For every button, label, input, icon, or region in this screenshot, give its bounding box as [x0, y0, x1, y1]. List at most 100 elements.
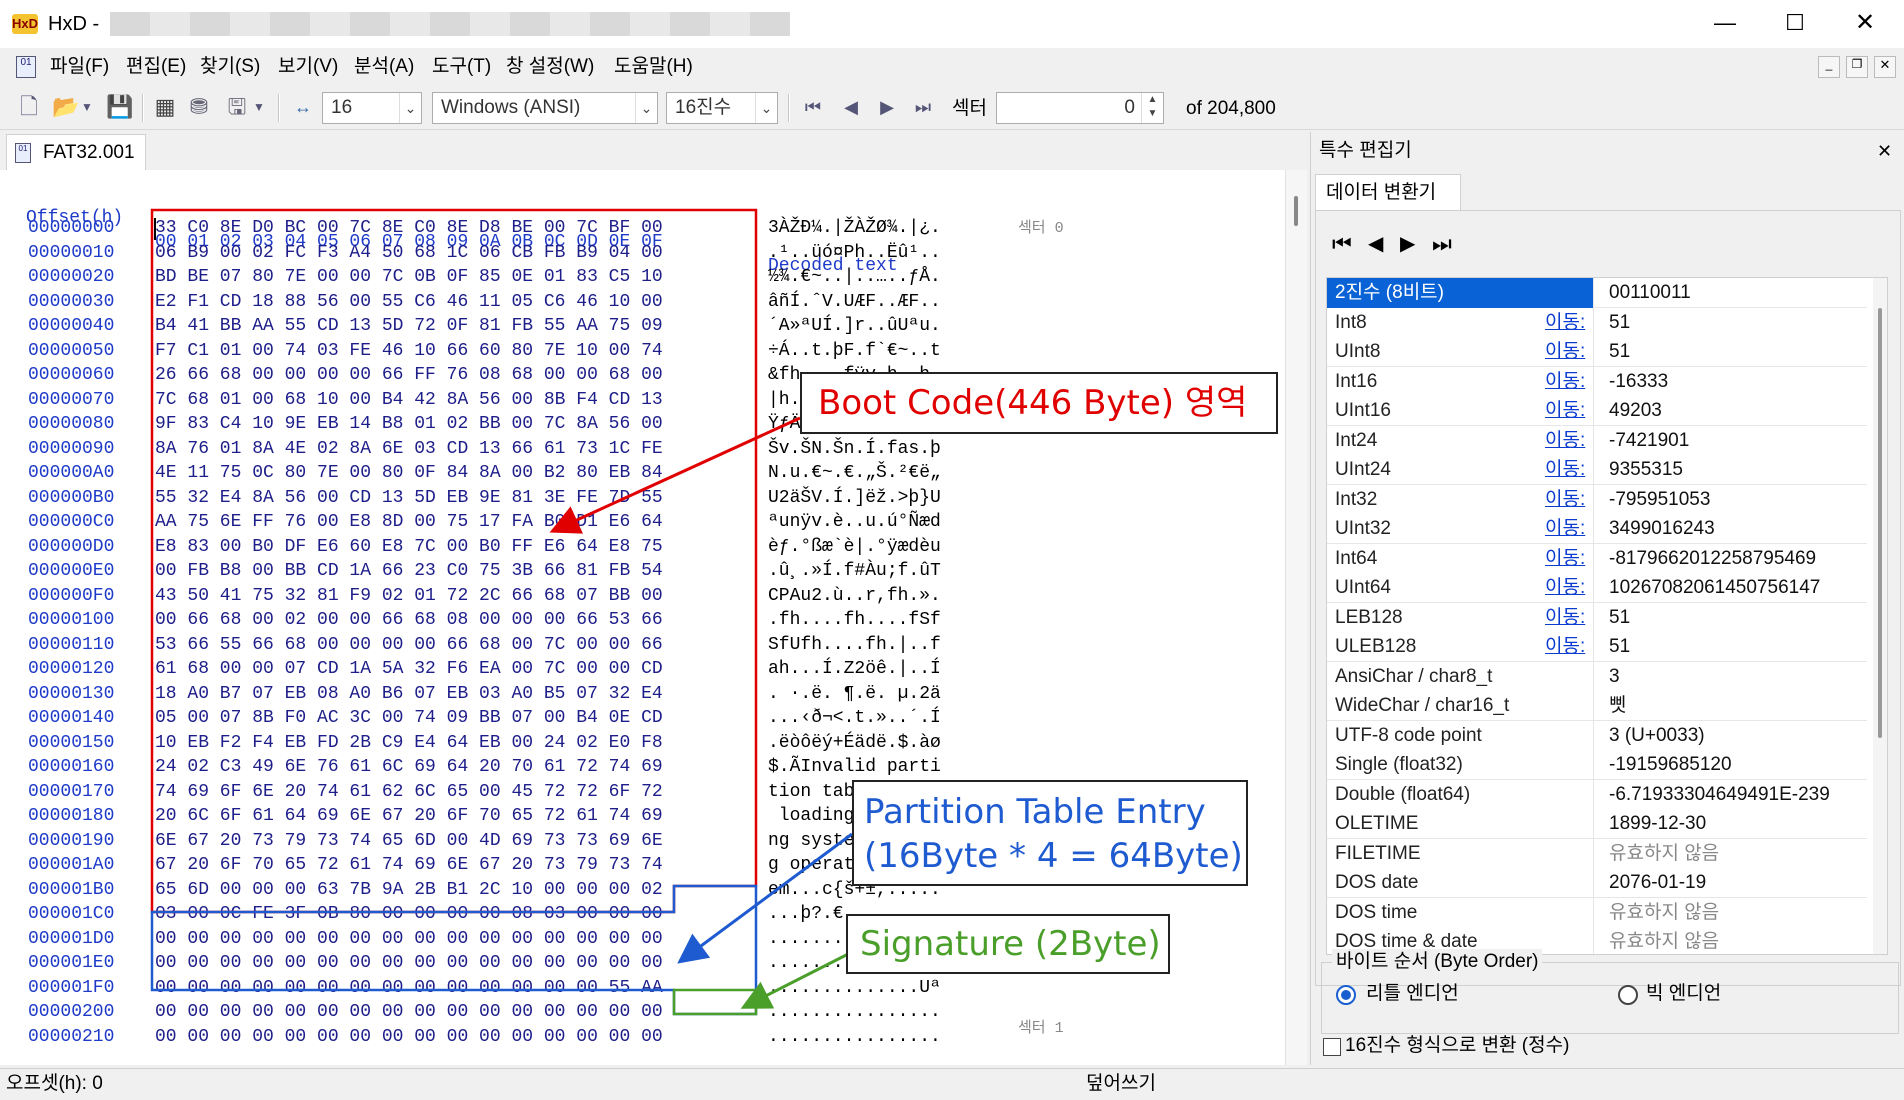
open-dropdown-icon[interactable]: ▼: [80, 94, 94, 120]
row-bytes[interactable]: 18 A0 B7 07 EB 08 A0 B6 07 EB 03 A0 B5 0…: [155, 682, 663, 706]
sector-input[interactable]: 0 ▲ ▼: [996, 92, 1164, 124]
converter-row[interactable]: UInt64 이동: 10267082061450756147: [1327, 573, 1867, 603]
menu-item[interactable]: 도움말(H): [614, 54, 693, 80]
goto-link[interactable]: 이동:: [1545, 514, 1585, 544]
row-decoded-text[interactable]: .¹..üó¤Ph..Ëû¹..: [768, 241, 941, 265]
panel-close-icon[interactable]: ✕: [1877, 138, 1892, 164]
row-bytes[interactable]: 00 FB B8 00 BB CD 1A 66 23 C0 75 3B 66 8…: [155, 559, 663, 583]
goto-link[interactable]: 이동:: [1545, 485, 1585, 515]
converter-value[interactable]: 유효하지 않음: [1609, 839, 1719, 869]
row-decoded-text[interactable]: 3ÀŽÐ¼.|ŽÀŽØ¾.|¿.: [768, 216, 941, 240]
row-bytes[interactable]: 00 66 68 00 02 00 00 66 68 08 00 00 00 6…: [155, 608, 663, 632]
converter-value[interactable]: 51: [1609, 632, 1630, 662]
row-bytes[interactable]: 00 00 00 00 00 00 00 00 00 00 00 00 00 0…: [155, 951, 663, 975]
row-bytes[interactable]: 26 66 68 00 00 00 00 66 FF 76 08 68 00 0…: [155, 363, 663, 387]
editor-scrollbar[interactable]: [1285, 170, 1307, 1065]
row-bytes[interactable]: 9F 83 C4 10 9E EB 14 B8 01 02 BB 00 7C 8…: [155, 412, 663, 436]
goto-link[interactable]: 이동:: [1545, 544, 1585, 574]
converter-value[interactable]: 10267082061450756147: [1609, 573, 1820, 603]
previous-sector-icon[interactable]: ◀: [838, 94, 864, 120]
row-decoded-text[interactable]: SfUfh....fh.|..f: [768, 633, 941, 657]
row-bytes[interactable]: BD BE 07 80 7E 00 00 7C 0B 0F 85 0E 01 8…: [155, 265, 663, 289]
new-file-icon[interactable]: 🗋: [16, 94, 42, 120]
open-file-icon[interactable]: 📂: [52, 94, 79, 120]
open-disk-icon[interactable]: ▦: [152, 94, 178, 120]
last-sector-icon[interactable]: ⏭: [910, 94, 936, 120]
row-decoded-text[interactable]: ................: [768, 1025, 941, 1049]
row-bytes[interactable]: 65 6D 00 00 00 63 7B 9A 2B B1 2C 10 00 0…: [155, 878, 663, 902]
converter-row[interactable]: Single (float32) -19159685120: [1327, 750, 1867, 780]
row-decoded-text[interactable]: ÷Á..t.þF.f`€~..t: [768, 339, 941, 363]
converter-row[interactable]: Int32 이동: -795951053: [1327, 484, 1867, 515]
row-bytes[interactable]: 7C 68 01 00 68 10 00 B4 42 8A 56 00 8B F…: [155, 388, 663, 412]
converter-row[interactable]: FILETIME 유효하지 않음: [1327, 838, 1867, 869]
converter-value[interactable]: -8179662012258795469: [1609, 544, 1816, 574]
open-disk-image-icon[interactable]: 🖫: [224, 94, 250, 120]
mdi-minimize-icon[interactable]: _: [1818, 56, 1840, 78]
converter-last-icon[interactable]: ⏭: [1432, 231, 1452, 257]
goto-link[interactable]: 이동:: [1545, 426, 1585, 456]
tab-data-converter[interactable]: 데이터 변환기: [1315, 174, 1461, 210]
row-decoded-text[interactable]: $.ÃInvalid parti: [768, 755, 941, 779]
minimize-button[interactable]: —: [1710, 8, 1740, 38]
row-bytes[interactable]: E8 83 00 B0 DF E6 60 E8 7C 00 B0 FF E6 6…: [155, 535, 663, 559]
row-bytes[interactable]: 00 00 00 00 00 00 00 00 00 00 00 00 00 0…: [155, 1000, 663, 1024]
row-bytes[interactable]: 00 00 00 00 00 00 00 00 00 00 00 00 00 0…: [155, 976, 663, 1000]
menu-item[interactable]: 보기(V): [278, 54, 338, 80]
charset-select[interactable]: Windows (ANSI) ⌄: [432, 92, 658, 124]
row-bytes[interactable]: 03 00 0C FE 3F 0B 80 00 00 00 00 08 03 0…: [155, 902, 663, 926]
row-decoded-text[interactable]: ..............Uª: [768, 976, 941, 1000]
goto-link[interactable]: 이동:: [1545, 632, 1585, 662]
save-icon[interactable]: 💾: [106, 94, 133, 120]
row-decoded-text[interactable]: èƒ.°ßæ`è|.°ÿædèu: [768, 535, 941, 559]
converter-prev-icon[interactable]: ◀: [1368, 231, 1383, 256]
converter-value[interactable]: 2076-01-19: [1609, 868, 1706, 898]
row-bytes[interactable]: 06 B9 00 02 FC F3 A4 50 68 1C 06 CB FB B…: [155, 241, 663, 265]
converter-row[interactable]: LEB128 이동: 51: [1327, 602, 1867, 633]
converter-next-icon[interactable]: ▶: [1400, 231, 1415, 256]
row-decoded-text[interactable]: ................: [768, 1000, 941, 1024]
converter-value[interactable]: 3 (U+0033): [1609, 721, 1705, 751]
converter-row[interactable]: DOS time 유효하지 않음: [1327, 897, 1867, 928]
first-sector-icon[interactable]: ⏮: [800, 94, 826, 120]
row-bytes[interactable]: 74 69 6F 6E 20 74 61 62 6C 65 00 45 72 7…: [155, 780, 663, 804]
converter-value[interactable]: 3: [1609, 662, 1620, 692]
converter-value[interactable]: 3499016243: [1609, 514, 1715, 544]
row-decoded-text[interactable]: .ëòôëý+Éädë.$.àø: [768, 731, 941, 755]
row-decoded-text[interactable]: U2äŠV.Í.]ëž.>þ}U: [768, 486, 941, 510]
converter-row[interactable]: Int16 이동: -16333: [1327, 366, 1867, 397]
converter-value[interactable]: -6.71933304649491E-239: [1609, 780, 1830, 810]
converter-value[interactable]: 51: [1609, 603, 1630, 633]
row-decoded-text[interactable]: CPAu2.ù..r,fh.».: [768, 584, 941, 608]
hex-format-checkbox[interactable]: [1323, 1038, 1341, 1056]
row-bytes[interactable]: 4E 11 75 0C 80 7E 00 80 0F 84 8A 00 B2 8…: [155, 461, 663, 485]
goto-link[interactable]: 이동:: [1545, 367, 1585, 397]
converter-value[interactable]: 9355315: [1609, 455, 1683, 485]
converter-value[interactable]: -16333: [1609, 367, 1668, 397]
converter-value[interactable]: 00110011: [1609, 278, 1691, 308]
menu-item[interactable]: 분석(A): [354, 54, 414, 80]
converter-value[interactable]: -795951053: [1609, 485, 1710, 515]
row-decoded-text[interactable]: ´A»ªUÍ.]r..ûUªu.: [768, 314, 941, 338]
row-bytes[interactable]: 05 00 07 8B F0 AC 3C 00 74 09 BB 07 00 B…: [155, 706, 663, 730]
image-dropdown-icon[interactable]: ▼: [252, 94, 266, 120]
converter-row[interactable]: Int24 이동: -7421901: [1327, 425, 1867, 456]
spin-icon[interactable]: ▲ ▼: [1141, 93, 1163, 123]
row-bytes[interactable]: 10 EB F2 F4 EB FD 2B C9 E4 64 EB 00 24 0…: [155, 731, 663, 755]
menu-item[interactable]: 찾기(S): [200, 54, 260, 80]
bytes-per-row-select[interactable]: 16 ⌄: [322, 92, 422, 124]
next-sector-icon[interactable]: ▶: [874, 94, 900, 120]
goto-link[interactable]: 이동:: [1545, 603, 1585, 633]
converter-row[interactable]: DOS date 2076-01-19: [1327, 868, 1867, 898]
row-bytes[interactable]: 24 02 C3 49 6E 76 61 6C 69 64 20 70 61 7…: [155, 755, 663, 779]
row-decoded-text[interactable]: . ·.ë. ¶.ë. µ.2ä: [768, 682, 941, 706]
mdi-close-icon[interactable]: ✕: [1874, 56, 1896, 78]
row-bytes[interactable]: 33 C0 8E D0 BC 00 7C 8E C0 8E D8 BE 00 7…: [155, 216, 663, 240]
converter-value[interactable]: -19159685120: [1609, 750, 1732, 780]
row-bytes[interactable]: AA 75 6E FF 76 00 E8 8D 00 75 17 FA B0 D…: [155, 510, 663, 534]
close-button[interactable]: ✕: [1850, 8, 1880, 38]
row-bytes[interactable]: 53 66 55 66 68 00 00 00 00 66 68 00 7C 0…: [155, 633, 663, 657]
maximize-button[interactable]: ☐: [1780, 8, 1810, 38]
row-decoded-text[interactable]: ½¾.€~..|..…..ƒÅ.: [768, 265, 941, 289]
converter-row[interactable]: UInt32 이동: 3499016243: [1327, 514, 1867, 544]
